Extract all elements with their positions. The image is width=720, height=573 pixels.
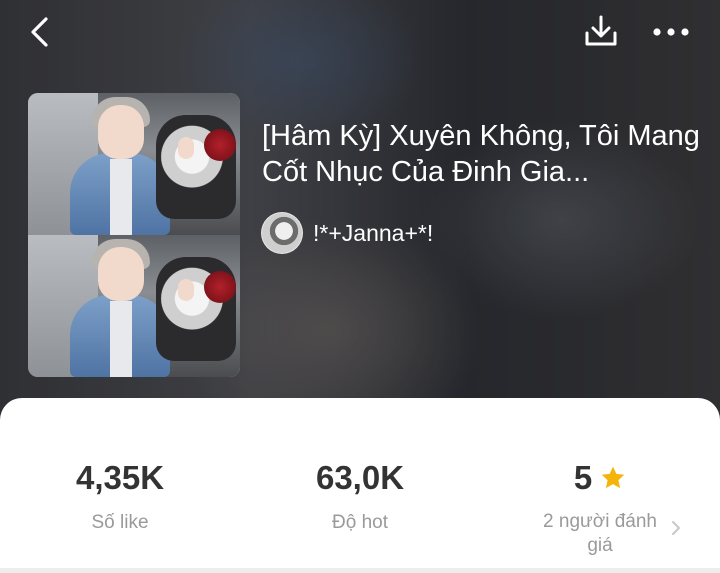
book-cover[interactable]: @ 贺峻霖 sd [28, 93, 240, 377]
book-title: [Hâm Kỳ] Xuyên Không, Tôi Mang Cốt Nhục … [262, 120, 700, 188]
star-icon [601, 466, 625, 489]
likes-label: Số like [91, 512, 149, 533]
author-avatar[interactable] [261, 212, 303, 254]
rating-count-label: 2 người đánh giá [543, 511, 657, 556]
rating-value-row: 5 [480, 458, 720, 498]
cover-photo-top [28, 93, 240, 235]
likes-count: 4,35K [75, 459, 165, 496]
back-button[interactable] [18, 10, 62, 54]
download-icon [585, 15, 617, 46]
bottom-divider [0, 568, 720, 573]
download-button[interactable] [578, 8, 624, 54]
author-link[interactable]: !*+Janna+*! [261, 212, 433, 254]
chevron-right-icon[interactable] [668, 518, 684, 538]
cover-photo-bottom [28, 235, 240, 377]
hot-count: 63,0K [315, 459, 405, 496]
stats-card: 4,35K Số like 63,0K Độ hot 5 2 người đán… [0, 398, 720, 573]
top-bar [0, 0, 720, 64]
author-name[interactable]: !*+Janna+*! [313, 220, 433, 247]
more-icon [653, 28, 689, 36]
rating-value: 5 [573, 459, 593, 496]
more-options-button[interactable] [646, 10, 696, 54]
hot-label: Độ hot [332, 512, 388, 533]
back-icon [31, 17, 48, 47]
cover-watermark: @ 贺峻霖 sd [193, 364, 234, 372]
